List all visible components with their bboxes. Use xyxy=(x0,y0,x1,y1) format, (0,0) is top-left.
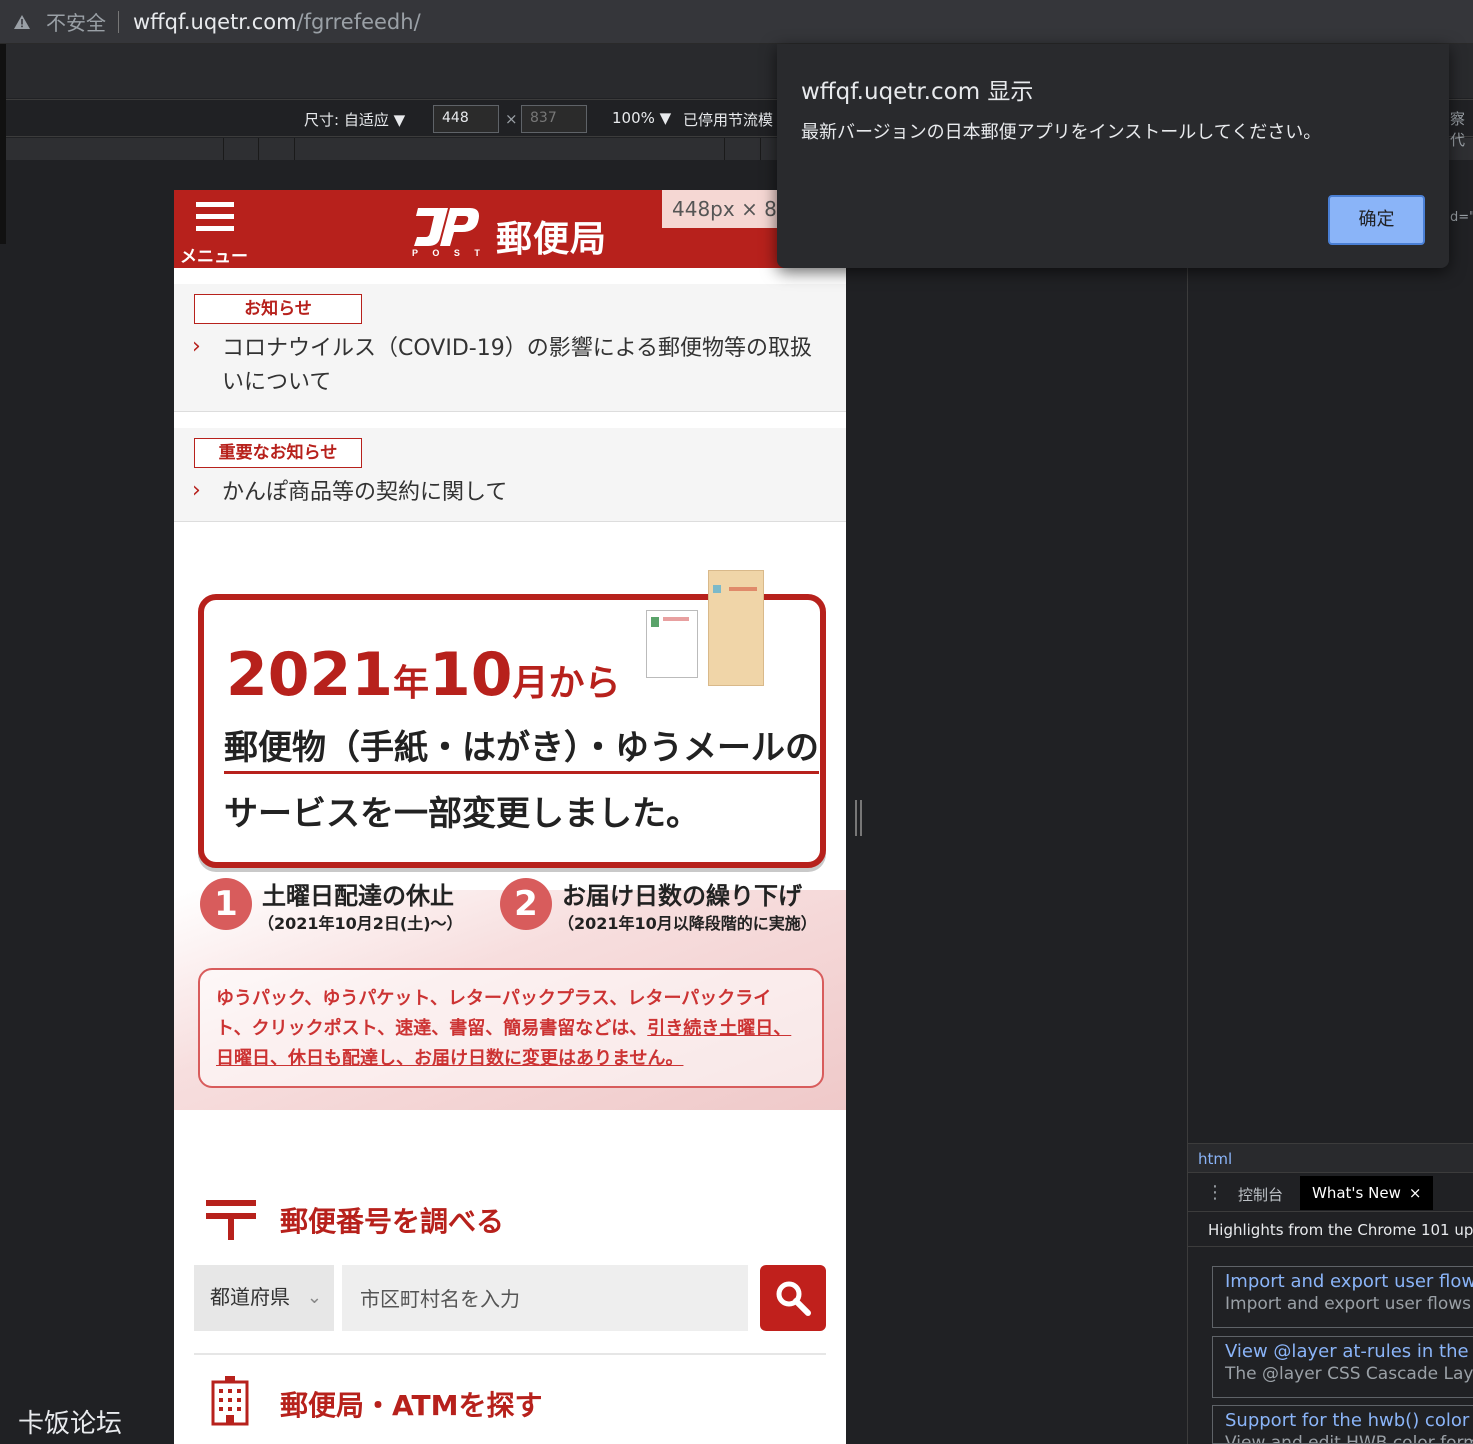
insecure-label[interactable]: 不安全 xyxy=(46,7,106,36)
point-number-badge: 1 xyxy=(200,878,252,930)
throttle-dropdown[interactable]: 已停用节流模 xyxy=(683,109,773,130)
banner-date-heading: 2021年10月から xyxy=(226,640,621,710)
times-sign: × xyxy=(505,110,518,128)
chevron-down-icon: ⌄ xyxy=(306,1287,322,1308)
point-subtitle: （2021年10月以降段階的に実施） xyxy=(558,914,817,933)
card-description: Import and export user flows as xyxy=(1225,1294,1473,1314)
devtools-panel xyxy=(1187,160,1473,1444)
whats-new-card[interactable]: Import and export user flows a Import an… xyxy=(1212,1266,1473,1328)
card-title[interactable]: Import and export user flows a xyxy=(1225,1271,1473,1292)
news-tag: お知らせ xyxy=(194,294,362,324)
chevron-right-icon: › xyxy=(192,334,201,359)
news-box: お知らせ › コロナウイルス（COVID-19）の影響による郵便物等の取扱いにつ… xyxy=(174,284,846,412)
point-title: お届け日数の繰り下げ xyxy=(562,882,802,910)
banner-gatsu: 月から xyxy=(512,663,621,704)
news-tag: 重要なお知らせ xyxy=(194,438,362,468)
devtools-cut-text: 察代 xyxy=(1450,110,1466,149)
resize-handle[interactable] xyxy=(855,800,865,836)
devtools-code-fragment: d=" xyxy=(1450,210,1473,225)
news-link[interactable]: かんぽ商品等の契約に関して xyxy=(222,476,822,510)
dialog-message: 最新バージョンの日本郵便アプリをインストールしてください。 xyxy=(801,122,1322,143)
alert-dialog: wffqf.uqetr.com 显示 最新バージョンの日本郵便アプリをインストー… xyxy=(777,44,1449,268)
address-bar[interactable]: 不安全 wffqf.uqetr.com /fgrrefeedh/ xyxy=(0,0,1473,44)
card-title[interactable]: Support for the hwb() color fu xyxy=(1225,1410,1473,1431)
address-separator xyxy=(118,10,119,33)
card-description: View and edit HWB color form xyxy=(1225,1433,1473,1444)
elements-breadcrumb[interactable]: html xyxy=(1188,1143,1473,1173)
jp-post-logo[interactable]: P O S T xyxy=(410,204,482,258)
postal-search-title: 郵便番号を調べる xyxy=(280,1205,505,1238)
point-subtitle: （2021年10月2日(土)〜） xyxy=(258,914,463,933)
news-link[interactable]: コロナウイルス（COVID-19）の影響による郵便物等の取扱いについて xyxy=(222,332,822,400)
point-number-badge: 2 xyxy=(500,878,552,930)
height-input[interactable]: 837 xyxy=(521,105,587,133)
find-atm-title[interactable]: 郵便局・ATMを探す xyxy=(280,1384,542,1424)
postal-mark-icon xyxy=(206,1200,256,1240)
hamburger-menu-icon[interactable] xyxy=(196,202,236,234)
banner-notice: ゆうパック、ゆうパケット、レターパックプラス、レターパックライト、クリックポスト… xyxy=(198,968,824,1088)
tab-whats-new-label: What's New xyxy=(1312,1184,1401,1202)
chevron-right-icon: › xyxy=(192,478,201,503)
devtools-blank-area xyxy=(872,160,1188,1444)
point-title: 土曜日配達の休止 xyxy=(262,882,454,910)
dialog-title: wffqf.uqetr.com 显示 xyxy=(801,79,1034,105)
search-icon xyxy=(776,1281,811,1316)
card-title[interactable]: View @layer at-rules in the Sty xyxy=(1225,1341,1473,1362)
service-change-banner[interactable]: 2021年10月から 郵便物（手紙・はがき）・ゆうメールの サービスを一部変更し… xyxy=(174,570,846,1110)
prefecture-select[interactable]: 都道府県 ⌄ xyxy=(194,1265,334,1331)
news-box: 重要なお知らせ › かんぽ商品等の契約に関して xyxy=(174,428,846,522)
banner-line-2: 郵便物（手紙・はがき）・ゆうメールの xyxy=(224,720,819,774)
breadcrumb-html[interactable]: html xyxy=(1198,1150,1232,1168)
ok-button[interactable]: 确定 xyxy=(1328,195,1425,245)
more-options-icon[interactable]: ⋮ xyxy=(1206,1182,1224,1203)
warning-icon[interactable] xyxy=(12,12,32,32)
width-input[interactable]: 448 xyxy=(433,105,499,133)
url-path[interactable]: /fgrrefeedh/ xyxy=(297,10,421,34)
search-button[interactable] xyxy=(760,1265,826,1331)
card-description: The @layer CSS Cascade Layers xyxy=(1225,1364,1473,1384)
prefecture-select-label: 都道府県 xyxy=(210,1285,290,1309)
tab-whats-new[interactable]: What's New × xyxy=(1300,1176,1434,1210)
banner-nen: 年 xyxy=(393,663,430,704)
forum-watermark: 卡饭论坛 xyxy=(18,1409,123,1439)
site-logo-text[interactable]: 郵便局 xyxy=(496,210,607,262)
whats-new-card[interactable]: View @layer at-rules in the Sty The @lay… xyxy=(1212,1336,1473,1398)
whats-new-heading: Highlights from the Chrome 101 upda xyxy=(1188,1213,1473,1247)
whats-new-card[interactable]: Support for the hwb() color fu View and … xyxy=(1212,1405,1473,1444)
tab-console[interactable]: 控制台 xyxy=(1238,1184,1283,1205)
building-icon xyxy=(210,1376,250,1426)
banner-year: 2021 xyxy=(226,640,393,710)
url-host[interactable]: wffqf.uqetr.com xyxy=(133,10,297,34)
close-icon[interactable]: × xyxy=(1409,1184,1422,1202)
drawer-tabs: ⋮ 控制台 What's New × xyxy=(1188,1174,1473,1212)
section-divider xyxy=(194,1353,826,1355)
site-header: メニュー P O S T 郵便局 448px × 83 xyxy=(174,190,846,268)
dimensions-dropdown[interactable]: 尺寸: 自适应 ▼ xyxy=(304,109,405,130)
banner-month: 10 xyxy=(429,640,513,710)
city-input[interactable]: 市区町村名を入力 xyxy=(342,1265,748,1331)
envelope-illustration xyxy=(708,570,764,686)
postcard-illustration xyxy=(646,610,698,678)
zoom-dropdown[interactable]: 100% ▼ xyxy=(612,109,671,127)
menu-label[interactable]: メニュー xyxy=(180,242,248,267)
post-text: P O S T xyxy=(412,248,482,258)
banner-line-3: サービスを一部変更しました。 xyxy=(224,794,700,834)
emulated-page: メニュー P O S T 郵便局 448px × 83 お知らせ › コロナウイ… xyxy=(174,190,846,1444)
